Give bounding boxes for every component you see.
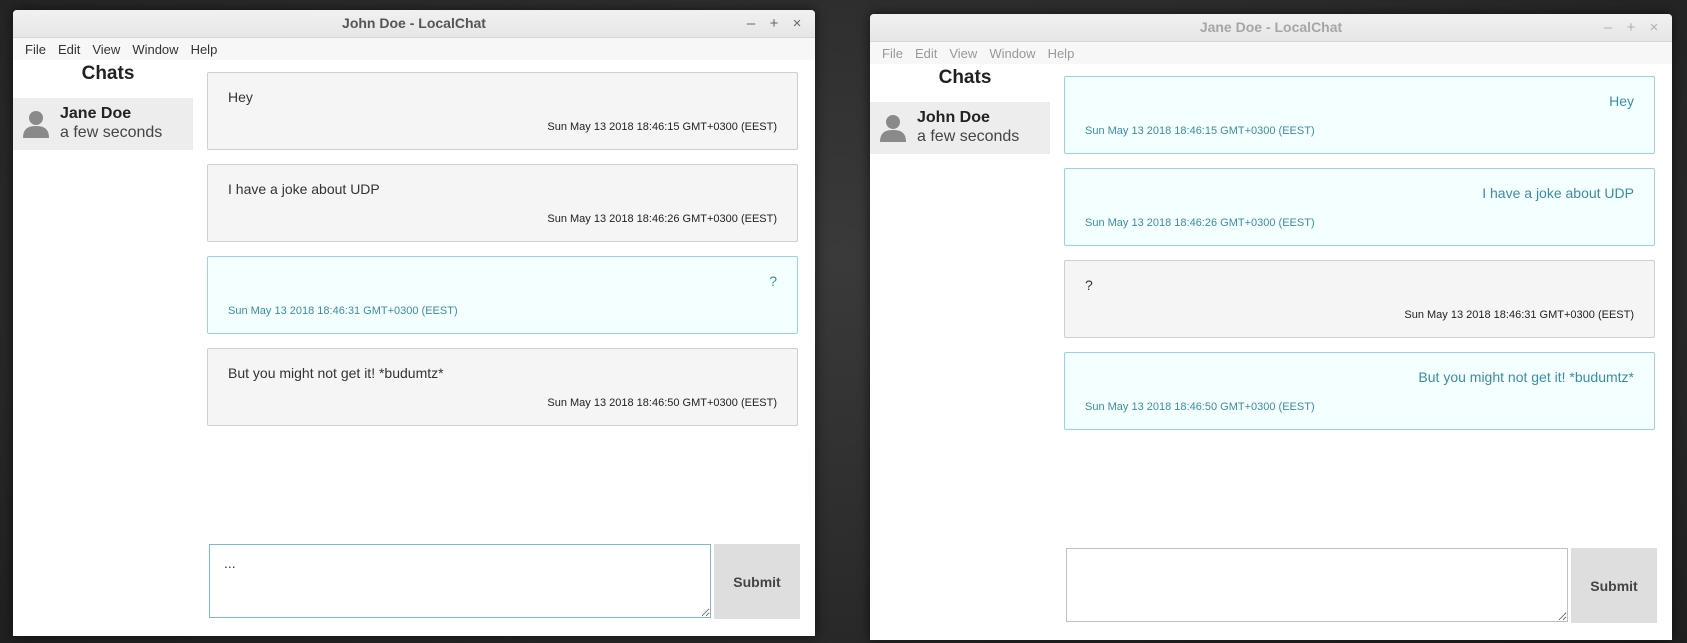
- message-text: But you might not get it! *budumtz*: [1418, 369, 1634, 385]
- message-text: ?: [769, 273, 777, 289]
- chats-sidebar: Chats Jane Doe a few seconds: [13, 60, 193, 150]
- chat-item-john-doe[interactable]: John Doe a few seconds: [870, 102, 1050, 154]
- message-timestamp: Sun May 13 2018 18:46:26 GMT+0300 (EEST): [1085, 217, 1315, 229]
- message-composer: ... Submit: [209, 544, 800, 619]
- chat-item-jane-doe[interactable]: Jane Doe a few seconds: [13, 98, 193, 150]
- chat-window-john-doe: John Doe - LocalChat – + × File Edit Vie…: [13, 10, 815, 636]
- menu-window[interactable]: Window: [983, 46, 1041, 61]
- window-content: Chats Jane Doe a few seconds Hey Sun May…: [13, 60, 815, 636]
- window-controls: – + ×: [745, 10, 803, 37]
- message-input[interactable]: [1066, 548, 1568, 622]
- message-item: I have a joke about UDP Sun May 13 2018 …: [207, 164, 798, 242]
- message-timestamp: Sun May 13 2018 18:46:50 GMT+0300 (EEST): [547, 397, 777, 409]
- own-message-item: Hey Sun May 13 2018 18:46:15 GMT+0300 (E…: [1064, 76, 1655, 154]
- titlebar[interactable]: John Doe - LocalChat – + ×: [13, 10, 815, 38]
- maximize-icon[interactable]: +: [768, 15, 780, 32]
- message-text: But you might not get it! *budumtz*: [228, 365, 444, 381]
- message-input[interactable]: ...: [209, 544, 711, 618]
- close-icon[interactable]: ×: [1648, 19, 1660, 36]
- chat-window-jane-doe: Jane Doe - LocalChat – + × File Edit Vie…: [870, 14, 1672, 640]
- submit-button[interactable]: Submit: [1571, 548, 1657, 623]
- message-item: ? Sun May 13 2018 18:46:31 GMT+0300 (EES…: [1064, 260, 1655, 338]
- own-message-item: ? Sun May 13 2018 18:46:31 GMT+0300 (EES…: [207, 256, 798, 334]
- menu-window[interactable]: Window: [126, 42, 184, 57]
- message-composer: Submit: [1066, 548, 1657, 623]
- message-timestamp: Sun May 13 2018 18:46:15 GMT+0300 (EEST): [1085, 125, 1315, 137]
- submit-button[interactable]: Submit: [714, 544, 800, 619]
- message-text: Hey: [228, 89, 253, 105]
- menu-edit[interactable]: Edit: [52, 42, 86, 57]
- window-title: Jane Doe - LocalChat: [1199, 19, 1343, 35]
- menu-help[interactable]: Help: [1042, 46, 1081, 61]
- minimize-icon[interactable]: –: [1602, 19, 1614, 36]
- own-message-item: I have a joke about UDP Sun May 13 2018 …: [1064, 168, 1655, 246]
- chat-last-activity: a few seconds: [917, 128, 1020, 145]
- message-text: I have a joke about UDP: [1482, 185, 1634, 201]
- menu-edit[interactable]: Edit: [909, 46, 943, 61]
- menu-file[interactable]: File: [19, 42, 52, 57]
- message-timestamp: Sun May 13 2018 18:46:50 GMT+0300 (EEST): [1085, 401, 1315, 413]
- menubar: File Edit View Window Help: [870, 42, 1672, 64]
- message-timestamp: Sun May 13 2018 18:46:15 GMT+0300 (EEST): [547, 121, 777, 133]
- message-text: I have a joke about UDP: [228, 181, 380, 197]
- maximize-icon[interactable]: +: [1625, 19, 1637, 36]
- message-item: Hey Sun May 13 2018 18:46:15 GMT+0300 (E…: [207, 72, 798, 150]
- chats-heading: Chats: [81, 63, 135, 84]
- message-item: But you might not get it! *budumtz* Sun …: [207, 348, 798, 426]
- chat-contact-name: John Doe: [917, 109, 990, 126]
- message-text: Hey: [1609, 93, 1634, 109]
- window-controls: – + ×: [1602, 14, 1660, 41]
- message-timestamp: Sun May 13 2018 18:46:31 GMT+0300 (EEST): [1404, 309, 1634, 321]
- menu-view[interactable]: View: [943, 46, 983, 61]
- chat-last-activity: a few seconds: [60, 124, 163, 141]
- menu-help[interactable]: Help: [185, 42, 224, 57]
- menu-file[interactable]: File: [876, 46, 909, 61]
- menubar: File Edit View Window Help: [13, 38, 815, 60]
- window-content: Chats John Doe a few seconds Hey Sun May…: [870, 64, 1672, 640]
- person-avatar-icon: [880, 115, 906, 142]
- message-list: Hey Sun May 13 2018 18:46:15 GMT+0300 (E…: [207, 72, 798, 440]
- chats-heading: Chats: [938, 67, 992, 88]
- menu-view[interactable]: View: [86, 42, 126, 57]
- person-avatar-icon: [23, 111, 49, 138]
- message-timestamp: Sun May 13 2018 18:46:26 GMT+0300 (EEST): [547, 213, 777, 225]
- close-icon[interactable]: ×: [791, 15, 803, 32]
- own-message-item: But you might not get it! *budumtz* Sun …: [1064, 352, 1655, 430]
- minimize-icon[interactable]: –: [745, 15, 757, 32]
- message-timestamp: Sun May 13 2018 18:46:31 GMT+0300 (EEST): [228, 305, 458, 317]
- chat-contact-name: Jane Doe: [60, 105, 132, 122]
- message-text: ?: [1085, 277, 1093, 293]
- message-list: Hey Sun May 13 2018 18:46:15 GMT+0300 (E…: [1064, 76, 1655, 444]
- titlebar[interactable]: Jane Doe - LocalChat – + ×: [870, 14, 1672, 42]
- chats-sidebar: Chats John Doe a few seconds: [870, 64, 1050, 154]
- window-title: John Doe - LocalChat: [342, 15, 486, 31]
